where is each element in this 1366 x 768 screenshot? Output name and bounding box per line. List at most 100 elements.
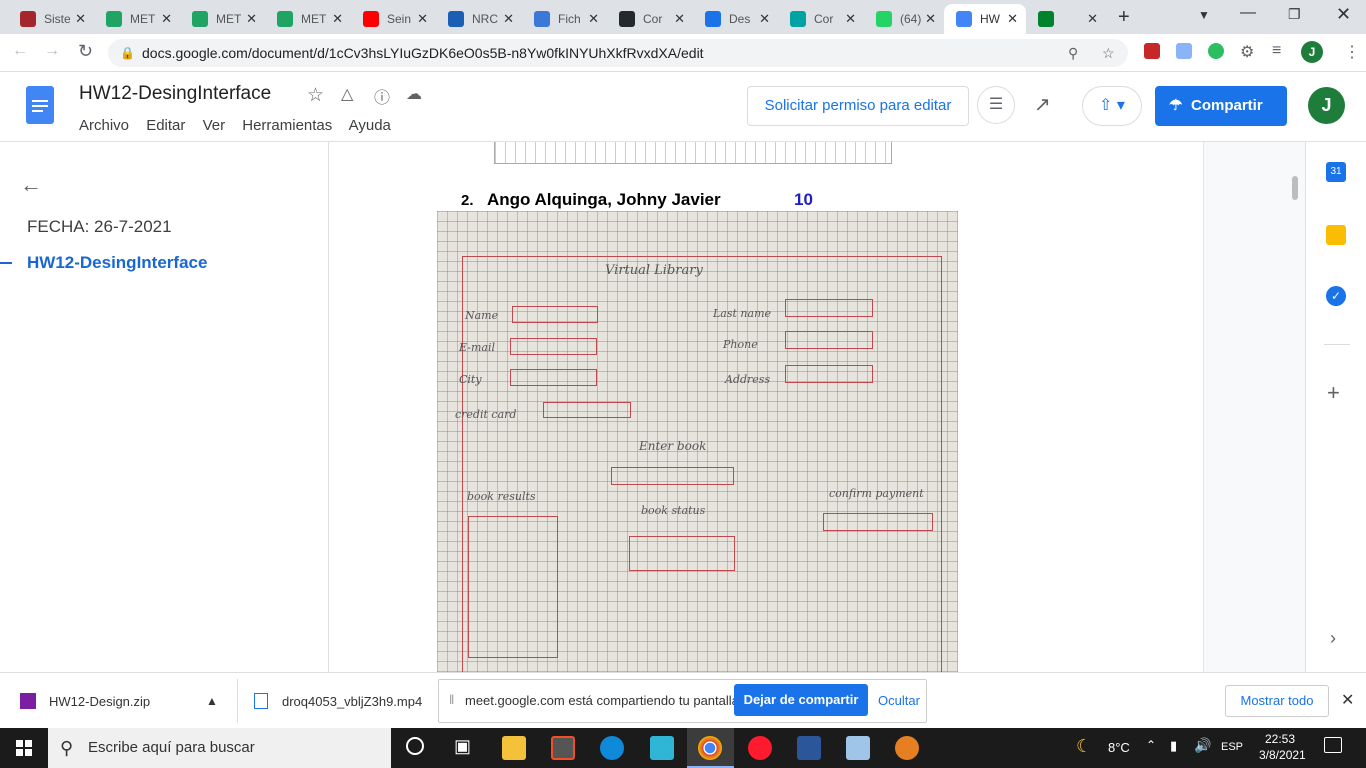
browser-tab[interactable]: MET ✕ — [265, 4, 351, 34]
close-tab-icon[interactable]: ✕ — [588, 11, 599, 27]
tasks-icon[interactable]: ✓ — [1326, 286, 1346, 306]
chrome-icon[interactable] — [698, 736, 722, 760]
temperature[interactable]: 8°C — [1108, 740, 1130, 755]
browser-tab[interactable]: HW ✕ — [944, 4, 1026, 34]
browser-tab[interactable]: Cor ✕ — [778, 4, 864, 34]
browser-tab[interactable]: Fich ✕ — [522, 4, 607, 34]
volume-icon[interactable]: 🔊 — [1194, 737, 1211, 754]
menu-herramientas[interactable]: Herramientas — [242, 117, 332, 134]
docs-logo-icon[interactable] — [26, 86, 54, 124]
close-tab-icon[interactable]: ✕ — [674, 11, 685, 27]
extension-2-icon[interactable] — [1176, 43, 1192, 59]
close-tab-icon[interactable]: ✕ — [925, 11, 936, 27]
close-download-bar-icon[interactable]: ✕ — [1341, 690, 1354, 710]
taskbar-search-box[interactable]: ⚲ Escribe aquí para buscar — [48, 728, 391, 768]
browser-tab[interactable]: (64) ✕ — [864, 4, 944, 34]
browser-profile-avatar[interactable]: J — [1301, 41, 1323, 63]
weather-moon-icon[interactable]: ☾ — [1076, 736, 1092, 757]
document-title[interactable]: HW12-DesingInterface — [79, 83, 271, 105]
cloud-status-icon[interactable]: ☁ — [406, 84, 422, 104]
app-p-icon[interactable] — [650, 736, 674, 760]
menu-ver[interactable]: Ver — [203, 117, 226, 134]
browser-tab[interactable]: ✕ — [1026, 4, 1106, 34]
close-tab-icon[interactable]: ✕ — [1007, 11, 1018, 27]
calendar-icon[interactable]: 31 — [1326, 162, 1346, 182]
url-bar[interactable]: 🔒 docs.google.com/document/d/1cCv3hsLYIu… — [108, 39, 1128, 67]
close-tab-icon[interactable]: ✕ — [161, 11, 172, 27]
edge-icon[interactable] — [600, 736, 624, 760]
media-queue-icon[interactable]: ≡ — [1272, 42, 1281, 60]
new-tab-icon[interactable]: + — [1118, 6, 1130, 29]
reload-icon[interactable]: ↻ — [78, 41, 93, 62]
bookmark-star-icon[interactable]: ☆ — [1102, 39, 1115, 67]
back-icon[interactable]: ← — [12, 42, 28, 60]
browser-tab[interactable]: MET ✕ — [180, 4, 265, 34]
file-explorer-icon[interactable] — [502, 736, 526, 760]
app-hand-icon[interactable] — [895, 736, 919, 760]
close-tab-icon[interactable]: ✕ — [75, 11, 86, 27]
activity-trend-icon[interactable]: ↗ — [1034, 92, 1051, 117]
outline-item-title[interactable]: HW12-DesingInterface — [27, 253, 207, 273]
browser-tab[interactable]: Cor ✕ — [607, 4, 693, 34]
close-tab-icon[interactable]: ✕ — [417, 11, 428, 27]
clock-date[interactable]: 3/8/2021 — [1259, 748, 1306, 762]
browser-menu-icon[interactable]: ⋮ — [1344, 42, 1360, 62]
hide-button[interactable]: Ocultar — [878, 693, 920, 708]
minimize-icon[interactable]: — — [1240, 4, 1256, 22]
extensions-puzzle-icon[interactable]: ⚙ — [1240, 42, 1254, 62]
browser-tab[interactable]: NRC ✕ — [436, 4, 522, 34]
request-edit-button[interactable]: Solicitar permiso para editar — [747, 86, 969, 126]
close-tab-icon[interactable]: ✕ — [332, 11, 343, 27]
browser-tab[interactable]: Sein ✕ — [351, 4, 436, 34]
menu-editar[interactable]: Editar — [146, 117, 185, 134]
share-button[interactable]: ☂ Compartir — [1155, 86, 1287, 126]
stop-sharing-button[interactable]: Dejar de compartir — [734, 684, 868, 716]
zoom-icon[interactable]: ⚲ — [1068, 39, 1078, 67]
drag-handle-icon[interactable]: ‖ — [449, 692, 454, 707]
present-meeting-icon[interactable]: ⇧ ▾ — [1082, 86, 1142, 126]
close-tab-icon[interactable]: ✕ — [759, 11, 770, 27]
cortana-icon[interactable] — [406, 737, 424, 755]
menu-ayuda[interactable]: Ayuda — [349, 117, 391, 134]
word-icon[interactable] — [797, 736, 821, 760]
notifications-icon[interactable] — [1324, 737, 1342, 753]
close-outline-back-icon[interactable]: ← — [20, 172, 42, 198]
star-icon[interactable]: ☆ — [307, 84, 324, 107]
close-tab-icon[interactable]: ✕ — [503, 11, 514, 27]
battery-icon[interactable]: ▮ — [1170, 738, 1177, 754]
clock-time[interactable]: 22:53 — [1265, 732, 1295, 746]
add-addon-icon[interactable]: + — [1327, 380, 1340, 406]
maximize-icon[interactable]: ❐ — [1288, 6, 1301, 23]
show-all-button[interactable]: Mostrar todo — [1225, 685, 1329, 717]
evernote-icon[interactable] — [1208, 43, 1224, 59]
close-window-icon[interactable]: ✕ — [1336, 4, 1351, 25]
browser-tab[interactable]: MET ✕ — [94, 4, 180, 34]
document-details-icon[interactable]: ⓘ — [374, 84, 390, 108]
move-to-drive-icon[interactable]: △ — [341, 84, 353, 104]
browser-tab[interactable]: Des ✕ — [693, 4, 778, 34]
download-item-mp4[interactable]: droq4053_vbljZ3h9.mp4 — [254, 673, 434, 729]
start-windows-icon[interactable] — [16, 740, 32, 756]
download-item-zip[interactable]: HW12-Design.zip ▲ — [20, 673, 235, 729]
task-view-icon[interactable]: ▣ — [454, 736, 471, 757]
language-indicator[interactable]: ESP — [1221, 741, 1243, 753]
menu-archivo[interactable]: Archivo — [79, 117, 129, 134]
close-tab-icon[interactable]: ✕ — [1087, 11, 1098, 27]
tab-search-icon[interactable]: ▼ — [1198, 8, 1210, 22]
outline-item-fecha[interactable]: FECHA: 26-7-2021 — [27, 217, 172, 237]
close-tab-icon[interactable]: ✕ — [845, 11, 856, 27]
keep-icon[interactable] — [1326, 225, 1346, 245]
extension-1-icon[interactable] — [1144, 43, 1160, 59]
expand-panel-icon[interactable]: › — [1330, 628, 1336, 649]
store-icon[interactable] — [551, 736, 575, 760]
forward-icon[interactable]: → — [44, 42, 60, 60]
comment-history-icon[interactable]: ☰ — [977, 86, 1015, 124]
vertical-scrollbar[interactable] — [1292, 176, 1298, 200]
opera-icon[interactable] — [748, 736, 772, 760]
chevron-up-icon[interactable]: ▲ — [206, 694, 218, 708]
browser-tab[interactable]: Siste ✕ — [8, 4, 94, 34]
close-tab-icon[interactable]: ✕ — [246, 11, 257, 27]
app-cube-icon[interactable] — [846, 736, 870, 760]
tray-chevron-icon[interactable]: ⌃ — [1146, 738, 1156, 752]
account-avatar[interactable]: J — [1308, 87, 1345, 124]
